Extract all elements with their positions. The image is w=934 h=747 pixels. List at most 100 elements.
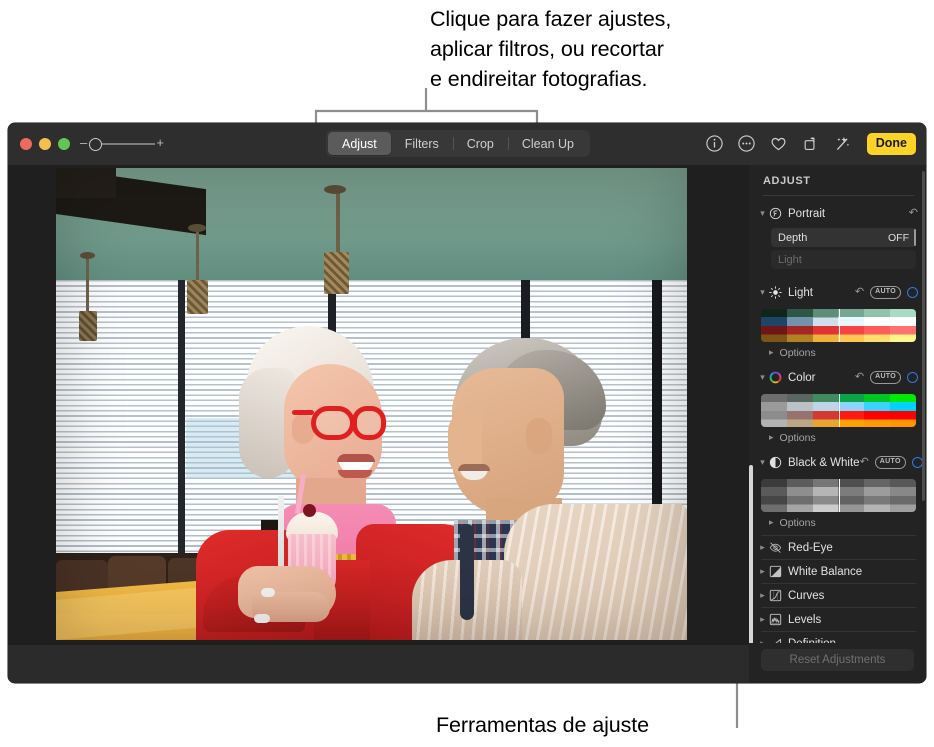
strip-playhead[interactable] — [839, 479, 841, 512]
chevron-right-icon[interactable]: ▸ — [769, 347, 774, 358]
section-tools-light: ↶ AUTO — [855, 286, 918, 299]
section-header-curves[interactable]: ▸ Curves — [749, 584, 926, 607]
color-options-label: Options — [780, 432, 816, 444]
thumbnail[interactable] — [890, 394, 916, 427]
thumbnail[interactable] — [890, 479, 916, 512]
panel-scroll-indicator[interactable] — [749, 465, 753, 655]
auto-button-light[interactable]: AUTO — [870, 286, 901, 299]
zoom-in-label[interactable]: + — [156, 136, 164, 150]
reset-arrow-icon[interactable]: ↶ — [909, 208, 918, 219]
chevron-down-icon[interactable]: ▾ — [757, 287, 768, 298]
thumbnail[interactable] — [838, 394, 864, 427]
thumbnail[interactable] — [838, 309, 864, 342]
zoom-slider[interactable]: – + — [80, 137, 160, 151]
tab-filters[interactable]: Filters — [391, 132, 453, 155]
panel-title: ADJUST — [749, 165, 926, 187]
zoom-slider-knob[interactable] — [89, 138, 102, 151]
editor-toolbar: – + Adjust Filters Crop Clean Up — [8, 123, 926, 165]
window-close-button[interactable] — [20, 138, 32, 150]
sun-icon — [769, 286, 782, 299]
light-thumbnail-strip[interactable] — [761, 309, 916, 342]
thumbnail[interactable] — [864, 479, 890, 512]
photo-canvas: Portrait — [8, 165, 749, 645]
chevron-down-icon[interactable]: ▾ — [757, 208, 768, 219]
thumbnail[interactable] — [813, 394, 839, 427]
callout-top-line-1: Clique para fazer ajustes, — [430, 4, 671, 34]
favorite-heart-icon[interactable] — [769, 134, 788, 153]
auto-button-color[interactable]: AUTO — [870, 371, 901, 384]
strip-playhead[interactable] — [839, 394, 841, 427]
bw-options-toggle[interactable]: ▸ Options — [749, 513, 926, 532]
levels-icon — [769, 613, 782, 626]
callout-bottom-text: Ferramentas de ajuste — [436, 710, 649, 740]
section-header-levels[interactable]: ▸ Levels — [749, 608, 926, 631]
chevron-down-icon[interactable]: ▾ — [757, 457, 768, 468]
color-options-toggle[interactable]: ▸ Options — [749, 428, 926, 447]
thumbnail[interactable] — [761, 309, 787, 342]
reset-arrow-icon[interactable]: ↶ — [855, 287, 864, 298]
section-header-light[interactable]: ▾ Light ↶ AUTO — [749, 281, 926, 304]
thumbnail[interactable] — [838, 479, 864, 512]
tab-adjust[interactable]: Adjust — [328, 132, 391, 155]
thumbnail[interactable] — [864, 309, 890, 342]
light-options-label: Options — [780, 347, 816, 359]
reset-adjustments-area: Reset Adjustments — [749, 643, 926, 683]
callout-top-line-3: e endireitar fotografias. — [430, 64, 671, 94]
color-wheel-icon — [769, 371, 782, 384]
label-levels: Levels — [788, 614, 821, 626]
chevron-right-icon[interactable]: ▸ — [757, 542, 768, 553]
tab-crop[interactable]: Crop — [453, 132, 508, 155]
thumbnail[interactable] — [761, 479, 787, 512]
auto-enhance-wand-icon[interactable] — [833, 134, 852, 153]
portrait-light-field[interactable]: Light — [771, 250, 916, 269]
thumbnail[interactable] — [787, 479, 813, 512]
thumbnail[interactable] — [787, 309, 813, 342]
bw-thumbnail-strip[interactable] — [761, 479, 916, 512]
enable-toggle-light[interactable] — [907, 287, 918, 298]
thumbnail[interactable] — [813, 309, 839, 342]
section-header-portrait[interactable]: ▾ Portrait ↶ — [749, 202, 926, 225]
section-label-black-and-white: Black & White — [788, 457, 860, 469]
thumbnail[interactable] — [787, 394, 813, 427]
chevron-right-icon[interactable]: ▸ — [757, 614, 768, 625]
section-label-color: Color — [788, 372, 815, 384]
thumbnail[interactable] — [813, 479, 839, 512]
window-maximize-button[interactable] — [58, 138, 70, 150]
eye-slash-icon — [769, 541, 782, 554]
chevron-down-icon[interactable]: ▾ — [757, 372, 768, 383]
portrait-depth-label: Depth — [778, 232, 807, 244]
chevron-right-icon[interactable]: ▸ — [757, 566, 768, 577]
thumbnail[interactable] — [864, 394, 890, 427]
auto-button-black-and-white[interactable]: AUTO — [875, 456, 906, 469]
chevron-right-icon[interactable]: ▸ — [769, 517, 774, 528]
callout-top-text: Clique para fazer ajustes, aplicar filtr… — [430, 4, 671, 94]
section-header-black-and-white[interactable]: ▾ Black & White ↶ AUTO — [749, 451, 926, 474]
thumbnail[interactable] — [761, 394, 787, 427]
more-options-icon[interactable] — [737, 134, 756, 153]
reset-arrow-icon[interactable]: ↶ — [855, 372, 864, 383]
portrait-depth-field[interactable]: Depth OFF — [771, 228, 916, 247]
zoom-out-label[interactable]: – — [80, 136, 87, 150]
info-icon[interactable] — [705, 134, 724, 153]
tab-clean-up[interactable]: Clean Up — [508, 132, 588, 155]
window-minimize-button[interactable] — [39, 138, 51, 150]
section-header-white-balance[interactable]: ▸ White Balance — [749, 560, 926, 583]
portrait-depth-caret — [914, 229, 916, 246]
chevron-right-icon[interactable]: ▸ — [757, 590, 768, 601]
panel-scrollbar[interactable] — [922, 171, 925, 501]
reset-arrow-icon[interactable]: ↶ — [860, 457, 869, 468]
bw-options-label: Options — [780, 517, 816, 529]
reset-adjustments-button[interactable]: Reset Adjustments — [761, 649, 914, 671]
thumbnail[interactable] — [890, 309, 916, 342]
color-thumbnail-strip[interactable] — [761, 394, 916, 427]
chevron-right-icon[interactable]: ▸ — [769, 432, 774, 443]
rotate-icon[interactable] — [801, 134, 820, 153]
edited-photo[interactable] — [56, 168, 687, 640]
strip-playhead[interactable] — [839, 309, 841, 342]
light-options-toggle[interactable]: ▸ Options — [749, 343, 926, 362]
section-header-color[interactable]: ▾ Color ↶ AUTO — [749, 366, 926, 389]
done-button[interactable]: Done — [867, 133, 916, 155]
portrait-light-label: Light — [778, 254, 802, 266]
enable-toggle-color[interactable] — [907, 372, 918, 383]
section-header-red-eye[interactable]: ▸ Red-Eye — [749, 536, 926, 559]
